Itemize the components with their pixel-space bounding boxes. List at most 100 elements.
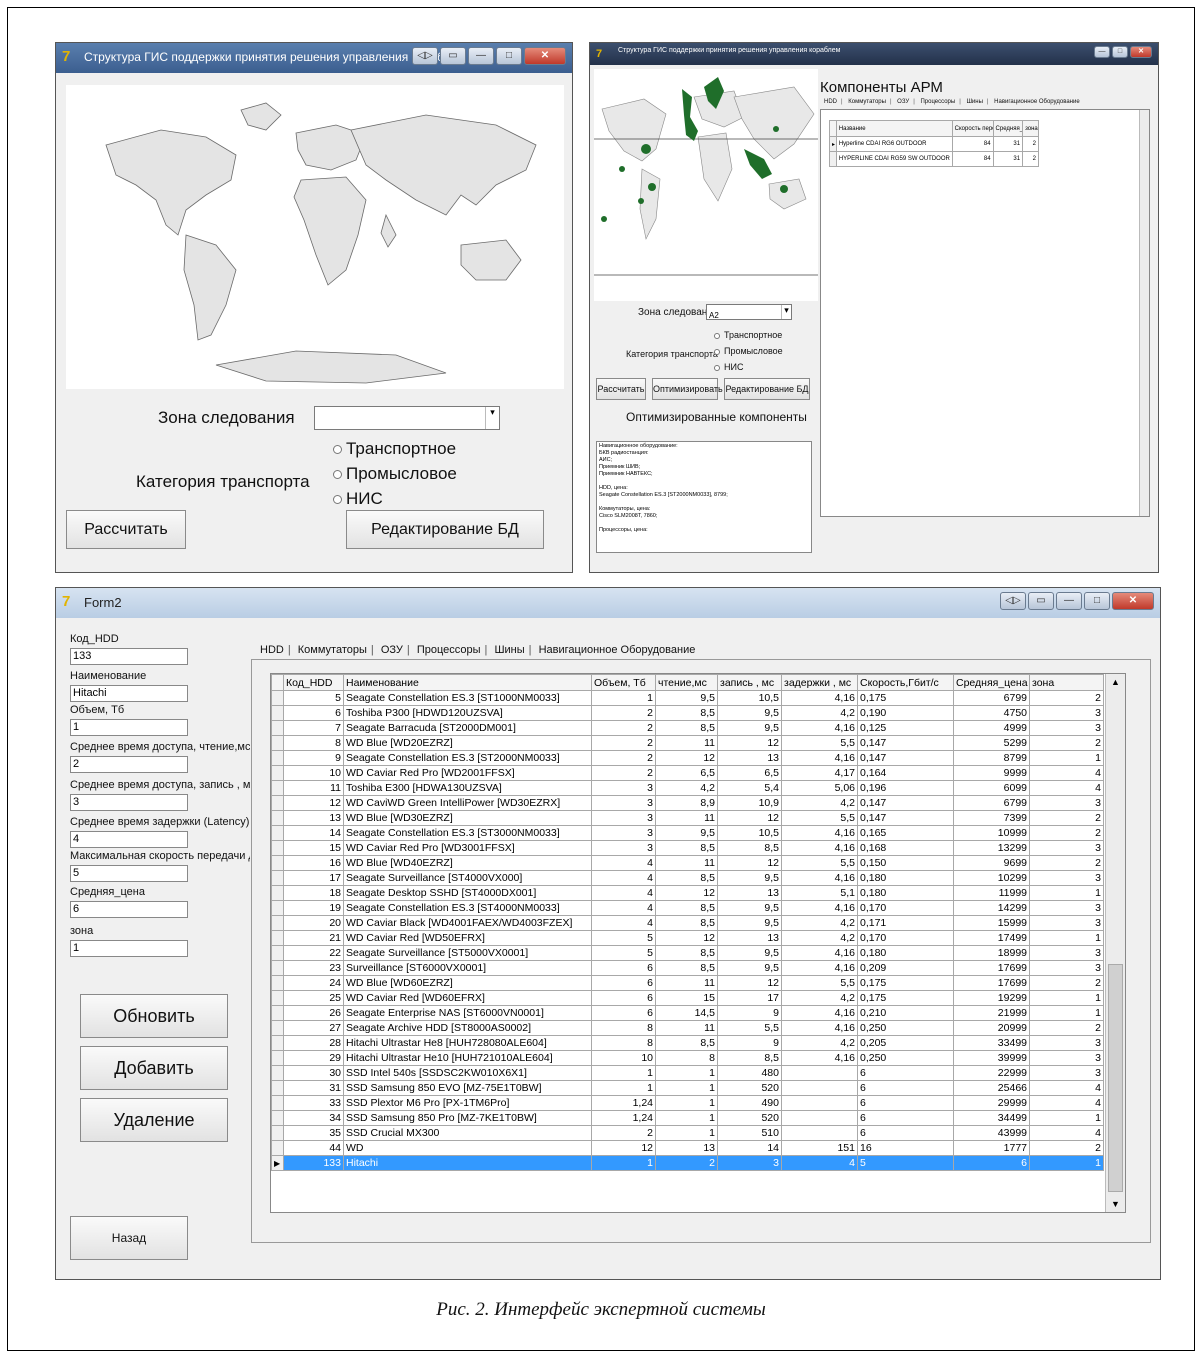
col-header-write[interactable]: запись , мс (717, 674, 782, 691)
table-row[interactable]: 14 Seagate Constellation ES.3 [ST3000NM00… (271, 825, 1104, 841)
col-header-price[interactable]: Средняя_цена (953, 674, 1030, 691)
row-header[interactable] (271, 765, 284, 781)
table-row[interactable]: 25 WD Caviar Red [WD60EFRX] 6 15 17 4,2 0,175 1… (271, 990, 1104, 1006)
row-header[interactable] (271, 870, 284, 886)
row-header[interactable] (271, 720, 284, 736)
scroll-thumb[interactable] (1108, 964, 1123, 1192)
row-header[interactable] (271, 825, 284, 841)
chevron-down-icon[interactable]: ▾ (781, 305, 791, 319)
table-row[interactable]: 17 Seagate Surveillance [ST4000VX000] 4 8,5… (271, 870, 1104, 886)
table-row[interactable]: 6 Toshiba P300 [HDWD120UZSVA] 2 8,5 9,5 4,2 0,… (271, 705, 1104, 721)
row-header[interactable] (271, 840, 284, 856)
zone-select[interactable]: ▾ (314, 406, 500, 430)
row-header[interactable] (271, 780, 284, 796)
table-row[interactable]: 31 SSD Samsung 850 EVO [MZ-75E1T0BW] 1 1 520… (271, 1080, 1104, 1096)
table-row[interactable]: 22 Seagate Surveillance [ST5000VX0001] 5 8,… (271, 945, 1104, 961)
table-row[interactable]: 5 Seagate Constellation ES.3 [ST1000NM003… (271, 690, 1104, 706)
table-row[interactable]: 34 SSD Samsung 850 Pro [MZ-7KE1T0BW] 1,24 1… (271, 1110, 1104, 1126)
table-row[interactable]: 9 Seagate Constellation ES.3 [ST2000NM003… (271, 750, 1104, 766)
tab-buses[interactable]: Шины (962, 99, 986, 105)
row-header[interactable] (271, 915, 284, 931)
table-row[interactable]: ▶ 133 Hitachi 1 2 3 4 5 6 1 (271, 1155, 1104, 1171)
name-input[interactable]: Hitachi (70, 685, 188, 702)
vertical-scrollbar[interactable] (1139, 110, 1149, 516)
table-row[interactable]: 7 Seagate Barracuda [ST2000DM001] 2 8,5 9,5 4… (271, 720, 1104, 736)
table-row[interactable]: 30 SSD Intel 540s [SSDSC2KW010X6X1] 1 1 480 6… (271, 1065, 1104, 1081)
table-row[interactable]: 23 Surveillance [ST6000VX0001] 6 8,5 9,5 4,16… (271, 960, 1104, 976)
row-header[interactable] (271, 705, 284, 721)
row-header[interactable] (271, 795, 284, 811)
table-row[interactable]: 35 SSD Crucial MX300 2 1 510 6 43999 4 (271, 1125, 1104, 1141)
route-map[interactable] (594, 69, 818, 301)
table-row[interactable]: 33 SSD Plextor M6 Pro [PX-1TM6Pro] 1,24 1 49… (271, 1095, 1104, 1111)
back-button[interactable]: Назад (70, 1216, 188, 1260)
tab-switches[interactable]: Коммутаторы (844, 99, 890, 105)
id-input[interactable]: 133 (70, 648, 188, 665)
minimize-icon[interactable]: — (468, 47, 494, 65)
row-header[interactable] (271, 1080, 284, 1096)
row-header[interactable] (271, 1035, 284, 1051)
col-header-speed[interactable]: Скорость,Гбит/с (857, 674, 954, 691)
radio-transport[interactable]: Транспортное (714, 330, 782, 340)
col-header-latency[interactable]: задержки , мс (781, 674, 858, 691)
swap-icon[interactable]: ◁▷ (412, 47, 438, 65)
table-row[interactable]: 16 WD Blue [WD40EZRZ] 4 11 12 5,5 0,150 9699 2 (271, 855, 1104, 871)
row-header[interactable] (271, 885, 284, 901)
table-row[interactable]: 13 WD Blue [WD30EZRZ] 3 11 12 5,5 0,147 7399 2 (271, 810, 1104, 826)
tab-switches[interactable]: Коммутаторы (294, 644, 371, 656)
title-bar[interactable]: 7 Form2 ◁▷ ▭ — □ ✕ (56, 588, 1160, 618)
table-row[interactable]: 10 WD Caviar Red Pro [WD2001FFSX] 2 6,5 6,5 4… (271, 765, 1104, 781)
col-header-zone[interactable]: зона (1022, 120, 1039, 137)
row-header[interactable] (271, 1020, 284, 1036)
table-row[interactable]: HYPERLINE CDAI RG59 SW OUTDOOR 84 31 2 (829, 151, 1039, 167)
add-button[interactable]: Добавить (80, 1046, 228, 1090)
minimize-icon[interactable]: — (1094, 46, 1110, 58)
table-row[interactable]: 27 Seagate Archive HDD [ST8000AS0002] 8 11 5… (271, 1020, 1104, 1036)
calculate-button[interactable]: Рассчитать (596, 378, 646, 400)
row-header[interactable]: ▶ (271, 1155, 284, 1171)
close-icon[interactable]: ✕ (1112, 592, 1154, 610)
row-header[interactable] (271, 1110, 284, 1126)
row-header[interactable] (271, 1005, 284, 1021)
table-row[interactable]: 21 WD Caviar Red [WD50EFRX] 5 12 13 4,2 0,170 1… (271, 930, 1104, 946)
optimize-button[interactable]: Оптимизировать (652, 378, 723, 400)
table-row[interactable]: 24 WD Blue [WD60EZRZ] 6 11 12 5,5 0,175 17699 2 (271, 975, 1104, 991)
maximize-icon[interactable]: □ (1084, 592, 1110, 610)
read-time-input[interactable]: 2 (70, 756, 188, 773)
speed-input[interactable]: 5 (70, 865, 188, 882)
radio-research[interactable]: НИС (714, 362, 743, 372)
row-header[interactable] (271, 900, 284, 916)
scroll-down-icon[interactable]: ▼ (1106, 1196, 1125, 1212)
table-row[interactable]: 11 Toshiba E300 [HDWA130UZSVA] 3 4,2 5,4 5,06… (271, 780, 1104, 796)
minimize-icon[interactable]: — (1056, 592, 1082, 610)
tab-navigation[interactable]: Навигационное Оборудование (990, 99, 1084, 105)
row-header[interactable] (271, 990, 284, 1006)
table-row[interactable]: 44 WD 12 13 14 151 16 1777 2 (271, 1140, 1104, 1156)
col-header-speed[interactable]: Скорость передачи (951, 120, 994, 137)
components-grid[interactable]: Название Скорость передачи Средняя_цена … (820, 109, 1150, 517)
col-header-price[interactable]: Средняя_цена (992, 120, 1024, 137)
price-input[interactable]: 6 (70, 901, 188, 918)
table-row[interactable]: 12 WD CaviWD Green IntelliPower [WD30EZRX… (271, 795, 1104, 811)
tab-ram[interactable]: ОЗУ (893, 99, 913, 105)
vertical-scrollbar[interactable]: ▲ ▼ (1105, 674, 1125, 1212)
tab-cpu[interactable]: Процессоры (916, 99, 959, 105)
row-header[interactable] (271, 1065, 284, 1081)
latency-input[interactable]: 4 (70, 831, 188, 848)
close-icon[interactable]: ✕ (1130, 46, 1152, 58)
radio-research[interactable]: НИС (333, 489, 383, 509)
table-row[interactable]: 15 WD Caviar Red Pro [WD3001FFSX] 3 8,5 8,5 4… (271, 840, 1104, 856)
row-header[interactable] (271, 1050, 284, 1066)
row-header[interactable] (271, 975, 284, 991)
tab-cpu[interactable]: Процессоры (413, 644, 485, 656)
table-row[interactable]: 20 WD Caviar Black [WD4001FAEX/WD4003FZEX… (271, 915, 1104, 931)
tab-hdd[interactable]: HDD (256, 644, 288, 656)
col-header-volume[interactable]: Объем, Тб (591, 674, 656, 691)
table-row[interactable]: 18 Seagate Desktop SSHD [ST4000DX001] 4 12 1… (271, 885, 1104, 901)
row-header[interactable] (271, 855, 284, 871)
row-header[interactable] (271, 750, 284, 766)
row-header[interactable] (271, 960, 284, 976)
zone-select[interactable]: A2 ▾ (706, 304, 792, 320)
radio-fishing[interactable]: Промысловое (333, 464, 457, 484)
edit-db-button[interactable]: Редактирование БД (724, 378, 810, 400)
